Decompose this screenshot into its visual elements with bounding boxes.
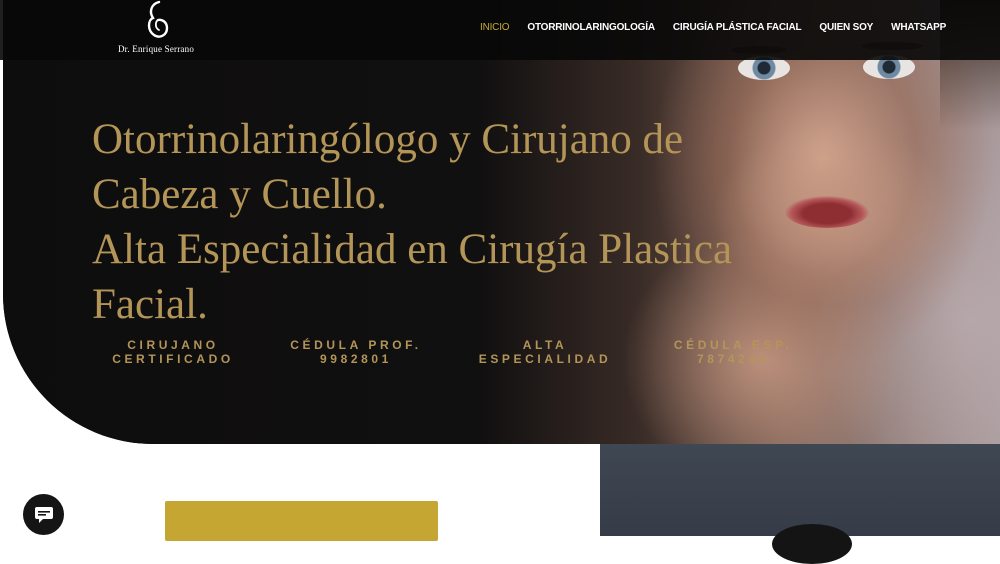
headline-line: Otorrinolaringólogo y Cirujano de — [92, 116, 684, 163]
chat-bubble-icon — [34, 506, 53, 523]
nav-cirugia-plastica-facial[interactable]: CIRUGÍA PLÁSTICA FACIAL — [673, 18, 802, 38]
credential-cedula-prof: CÉDULA PROF. 9982801 — [271, 338, 441, 366]
credentials-row: CIRUJANO CERTIFICADO CÉDULA PROF. 998280… — [88, 338, 828, 372]
credential-line: 7874246 — [697, 352, 769, 366]
site-header: Dr. Enrique Serrano INICIO OTORRINOLARIN… — [0, 0, 1000, 60]
doctor-photo — [600, 444, 1000, 564]
credential-line: CIRUJANO — [127, 338, 219, 352]
credential-alta-especialidad: ALTA ESPECIALIDAD — [460, 338, 630, 366]
gold-cta-button[interactable] — [165, 501, 438, 541]
nav-whatsapp[interactable]: WHATSAPP — [891, 18, 946, 38]
credential-line: ALTA — [522, 338, 568, 352]
credential-line: CÉDULA ESP. — [673, 338, 793, 352]
headline-line: Cabeza y Cuello. — [92, 171, 387, 218]
credential-cedula-esp: CÉDULA ESP. 7874246 — [648, 338, 818, 366]
headline-line: Facial. — [92, 281, 208, 328]
credential-line: 9982801 — [320, 352, 392, 366]
logo-text: Dr. Enrique Serrano — [117, 44, 195, 54]
credential-line: ESPECIALIDAD — [478, 352, 612, 366]
hero-headline: Otorrinolaringólogo y Cirujano de Cabeza… — [92, 112, 812, 332]
doctor-head-silhouette — [772, 524, 852, 564]
main-nav: INICIO OTORRINOLARINGOLOGÍA CIRUGÍA PLÁS… — [480, 18, 964, 38]
profile-face-logo-icon — [147, 0, 169, 38]
nav-otorrinolaringologia[interactable]: OTORRINOLARINGOLOGÍA — [527, 18, 655, 38]
credential-line: CERTIFICADO — [112, 352, 234, 366]
credential-line: CÉDULA PROF. — [290, 338, 422, 352]
headline-line: Alta Especialidad en Cirugía Plastica — [92, 226, 733, 273]
credential-certified: CIRUJANO CERTIFICADO — [88, 338, 258, 366]
chat-widget-button[interactable] — [23, 494, 64, 535]
site-logo[interactable]: Dr. Enrique Serrano — [108, 0, 204, 58]
nav-inicio[interactable]: INICIO — [480, 18, 510, 38]
nav-quien-soy[interactable]: QUIEN SOY — [819, 18, 873, 38]
